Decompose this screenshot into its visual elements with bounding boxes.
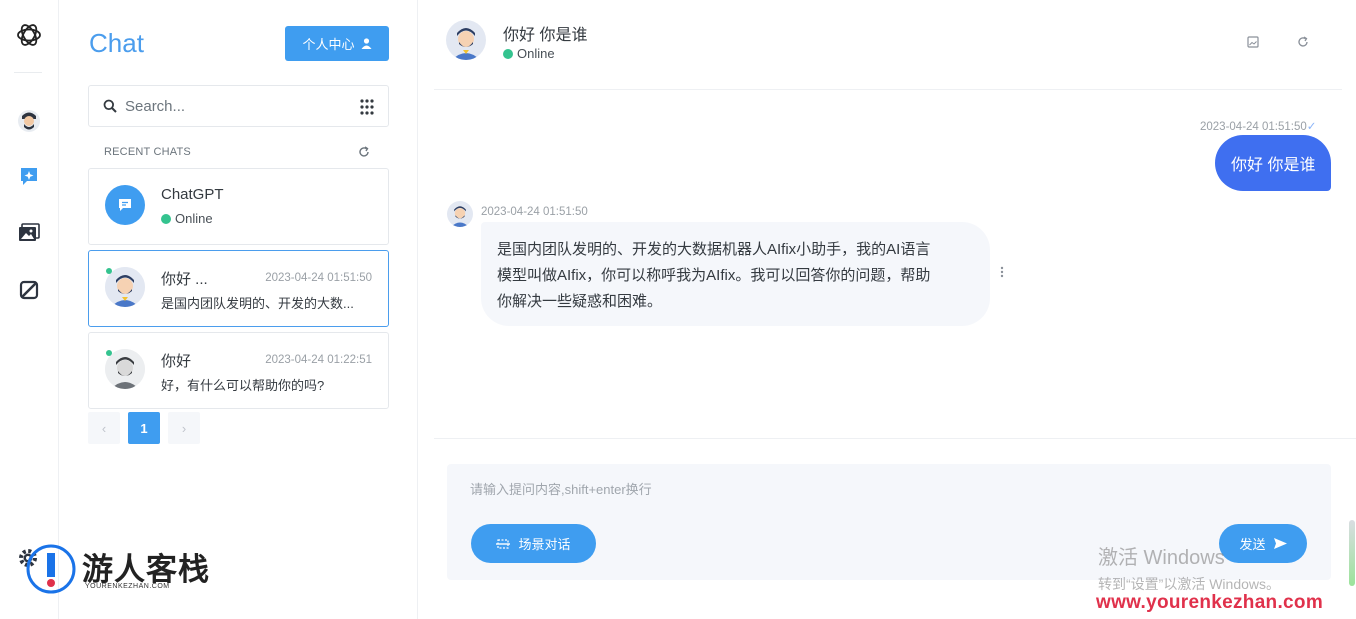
recent-chats-label: RECENT CHATS xyxy=(104,146,191,158)
chat-bubble-icon xyxy=(105,185,145,225)
brand-watermark: 游人客栈 YOURENKEZHAN.COM xyxy=(25,543,209,595)
chat-item-chatgpt[interactable]: ChatGPT Online xyxy=(88,168,389,245)
gallery-icon[interactable] xyxy=(16,220,42,246)
app-root: Chat 个人中心 Search... RECENT CHATS ChatGPT… xyxy=(0,0,1356,619)
grid-menu-icon[interactable] xyxy=(360,99,374,115)
online-dot-icon xyxy=(106,350,112,356)
online-dot-icon xyxy=(106,268,112,274)
openai-logo-icon[interactable] xyxy=(15,21,43,49)
chat-status-label: Online xyxy=(175,211,213,226)
chat-name: ChatGPT xyxy=(161,186,224,203)
chat-time: 2023-04-24 01:51:50 xyxy=(265,272,372,284)
conversation-status-label: Online xyxy=(517,46,555,61)
message-time: 2023-04-24 01:51:50 xyxy=(481,206,588,218)
read-check-icon: ✓ xyxy=(1306,121,1317,133)
online-dot-icon xyxy=(161,213,171,224)
scene-chat-label: 场景对话 xyxy=(518,537,571,552)
search-icon xyxy=(103,99,117,113)
conversation-avatar xyxy=(446,20,486,60)
message-time-label: 2023-04-24 01:51:50 xyxy=(1200,121,1307,133)
chat-time: 2023-04-24 01:22:51 xyxy=(265,354,372,366)
chat-item[interactable]: 你好 2023-04-24 01:22:51 好，有什么可以帮助你的吗? xyxy=(88,332,389,409)
message-line: 模型叫做AIfix，你可以称呼我为AIfix。我可以回答你的问题，帮助 xyxy=(497,267,931,284)
chat-status: Online xyxy=(161,211,213,226)
search-input[interactable]: Search... xyxy=(125,98,185,115)
composer-divider xyxy=(434,438,1356,439)
chat-name: 你好 xyxy=(161,353,192,370)
message-time: 2023-04-24 01:51:50✓ xyxy=(1200,119,1316,133)
chat-preview: 好，有什么可以帮助你的吗? xyxy=(161,378,325,393)
site-url-watermark: www.yourenkezhan.com xyxy=(1096,592,1324,613)
more-options-icon[interactable] xyxy=(1000,266,1004,278)
pagination: ‹ 1 › xyxy=(88,412,200,444)
activation-title: 激活 Windows xyxy=(1098,547,1225,569)
ai-chat-icon[interactable] xyxy=(16,163,42,189)
chat-name: 你好 ... xyxy=(161,271,208,288)
image-icon[interactable] xyxy=(1247,36,1259,48)
assistant-message-bubble: 是国内团队发明的、开发的大数据机器人AIfix小助手，我的AI语言 模型叫做AI… xyxy=(481,222,990,326)
profile-center-button[interactable]: 个人中心 xyxy=(285,26,389,61)
next-page-button[interactable]: › xyxy=(168,412,200,444)
chat-item-active[interactable]: 你好 ... 2023-04-24 01:51:50 是国内团队发明的、开发的大… xyxy=(88,250,389,327)
rail-divider xyxy=(14,72,42,73)
brand-slash-icon[interactable] xyxy=(16,277,42,303)
conversation-status: Online xyxy=(503,46,555,61)
user-icon xyxy=(361,38,371,49)
user-message-bubble: 你好 你是谁 xyxy=(1215,135,1332,191)
scene-icon xyxy=(496,538,511,549)
prev-page-button[interactable]: ‹ xyxy=(88,412,120,444)
chat-list-panel: Chat 个人中心 Search... RECENT CHATS ChatGPT… xyxy=(59,0,418,619)
windows-activation-watermark: 激活 Windows 转到“设置”以激活 Windows。 xyxy=(1098,541,1280,594)
page-1-button[interactable]: 1 xyxy=(128,412,160,444)
activation-subtitle: 转到“设置”以激活 Windows。 xyxy=(1098,576,1281,592)
conversation-title: 你好 你是谁 xyxy=(503,27,588,44)
message-line: 是国内团队发明的、开发的大数据机器人AIfix小助手，我的AI语言 xyxy=(497,241,931,258)
refresh-icon[interactable] xyxy=(358,146,370,158)
icon-rail xyxy=(0,0,59,619)
user-avatar-icon[interactable] xyxy=(16,108,42,134)
scene-chat-button[interactable]: 场景对话 xyxy=(471,524,596,563)
profile-center-label: 个人中心 xyxy=(302,37,355,52)
brand-name-en: YOURENKEZHAN.COM xyxy=(85,583,170,590)
chat-preview: 是国内团队发明的、开发的大数... xyxy=(161,296,354,311)
conversation-header: 你好 你是谁 Online xyxy=(434,0,1342,90)
scrollbar[interactable] xyxy=(1349,520,1355,586)
page-title: Chat xyxy=(89,28,144,58)
assistant-avatar xyxy=(447,201,473,227)
refresh-icon[interactable] xyxy=(1297,36,1309,48)
brand-logo-icon xyxy=(26,544,76,594)
online-dot-icon xyxy=(503,48,513,59)
message-line: 你解决一些疑惑和困难。 xyxy=(497,293,663,310)
message-input[interactable]: 请输入提问内容,shift+enter换行 xyxy=(470,479,652,498)
search-box[interactable]: Search... xyxy=(88,85,389,127)
conversation-panel: 你好 你是谁 Online 2023-04-24 01:51:50✓ 你好 你是… xyxy=(418,0,1356,619)
